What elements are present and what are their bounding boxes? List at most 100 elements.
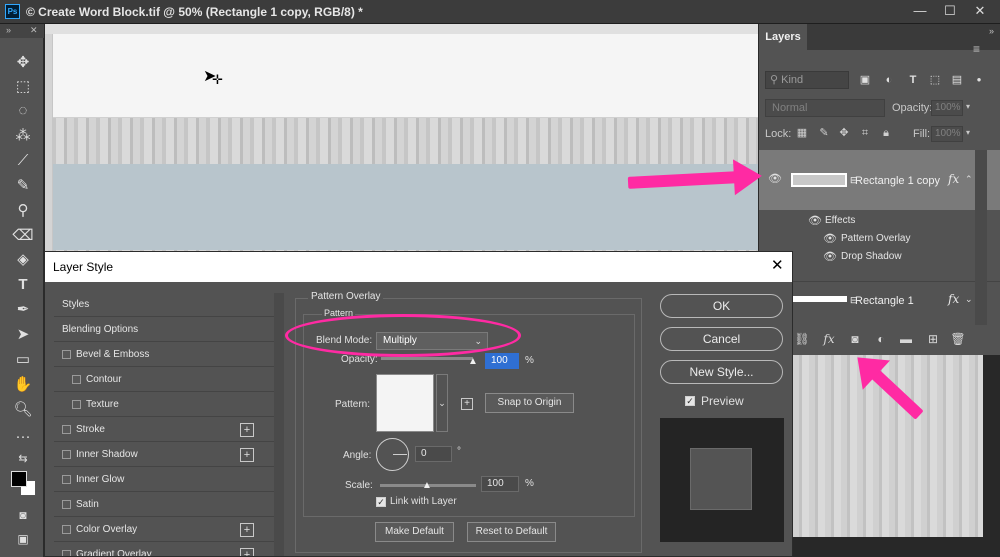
filter-toggle-icon[interactable]: ●	[971, 72, 987, 88]
tab-layers[interactable]: Layers	[759, 24, 807, 50]
layer-opacity-field[interactable]: 100%	[931, 100, 963, 116]
close-dialog-icon[interactable]: ✕	[771, 258, 784, 274]
snap-to-origin-button[interactable]: Snap to Origin	[485, 393, 574, 413]
style-item-inner-shadow[interactable]: Inner Shadow +	[54, 443, 274, 467]
panel-menu-icon[interactable]: ≡	[973, 42, 980, 56]
hand-tool-icon[interactable]: ✋	[8, 374, 38, 396]
style-checkbox[interactable]	[62, 425, 71, 434]
style-item-stroke[interactable]: Stroke +	[54, 418, 274, 442]
style-checkbox[interactable]	[62, 475, 71, 484]
close-window-button[interactable]: ✕	[965, 1, 995, 21]
style-checkbox[interactable]	[72, 400, 81, 409]
opacity-field[interactable]: 100	[485, 353, 519, 369]
style-item-color-overlay[interactable]: Color Overlay +	[54, 518, 274, 542]
make-default-button[interactable]: Make Default	[375, 522, 454, 542]
eraser-tool-icon[interactable]: ⌫	[8, 225, 38, 247]
style-checkbox[interactable]	[62, 500, 71, 509]
style-item-contour[interactable]: Contour	[54, 368, 274, 392]
close-tools-icon[interactable]: ✕	[30, 24, 38, 37]
style-item-bevel-emboss[interactable]: Bevel & Emboss	[54, 343, 274, 367]
foreground-color-swatch[interactable]	[11, 471, 27, 487]
magic-wand-tool-icon[interactable]: ⁂	[8, 125, 38, 147]
opacity-slider-thumb[interactable]: ▲	[468, 356, 478, 367]
style-checkbox[interactable]	[62, 450, 71, 459]
visibility-eye-icon[interactable]: 👁︎	[768, 172, 782, 185]
filter-type-icon[interactable]: T	[905, 72, 921, 88]
pattern-dropdown-icon[interactable]: ⌄	[436, 374, 448, 432]
expand-effects-icon[interactable]: ⌃	[965, 174, 973, 185]
effect-eye-icon[interactable]: 👁︎	[823, 232, 837, 245]
style-item-texture[interactable]: Texture	[54, 393, 274, 417]
expand-effects-icon[interactable]: ⌄	[965, 294, 973, 305]
style-item-blending-options[interactable]: Blending Options	[54, 318, 274, 342]
add-layer-style-icon[interactable]: fx	[820, 330, 838, 348]
opacity-dropdown-icon[interactable]: ▾	[966, 102, 970, 111]
fill-dropdown-icon[interactable]: ▾	[966, 128, 970, 137]
add-mask-icon[interactable]: ◙	[846, 330, 864, 348]
marquee-tool-icon[interactable]: ⬚	[8, 76, 38, 98]
collapse-panel-icon[interactable]: »	[989, 26, 994, 36]
effect-eye-icon[interactable]: 👁︎	[823, 250, 837, 263]
style-checkbox[interactable]	[62, 350, 71, 359]
brush-tool-icon[interactable]: ✎	[8, 175, 38, 197]
preview-checkbox[interactable]: ✓	[685, 396, 695, 406]
scale-slider-thumb[interactable]: ▲	[422, 480, 432, 491]
style-checkbox[interactable]	[62, 550, 71, 556]
angle-dial[interactable]	[376, 438, 409, 471]
maximize-button[interactable]: ☐	[935, 1, 965, 21]
link-with-layer-checkbox[interactable]: ✓	[376, 497, 386, 507]
pen-tool-icon[interactable]: ✒	[8, 299, 38, 321]
lock-image-icon[interactable]: ✎	[817, 126, 831, 140]
more-tools-icon[interactable]: ···	[8, 426, 38, 448]
quick-mask-icon[interactable]: ◙	[8, 504, 38, 526]
style-item-gradient-overlay[interactable]: Gradient Overlay +	[54, 543, 274, 556]
opacity-slider[interactable]	[381, 357, 473, 360]
cancel-button[interactable]: Cancel	[660, 327, 783, 351]
styles-list-scrollbar[interactable]	[274, 293, 284, 556]
move-tool-icon[interactable]: ✥	[8, 52, 38, 74]
new-style-button[interactable]: New Style...	[660, 360, 783, 384]
lock-all-icon[interactable]: 🔒︎	[879, 126, 893, 140]
lock-transparent-icon[interactable]: ▦	[795, 126, 809, 140]
layer-blend-mode-select[interactable]: Normal	[765, 99, 885, 117]
path-selection-tool-icon[interactable]: ➤	[8, 324, 38, 346]
reset-to-default-button[interactable]: Reset to Default	[467, 522, 556, 542]
delete-layer-icon[interactable]: 🗑︎	[949, 330, 967, 348]
new-layer-icon[interactable]: ⊞	[924, 330, 942, 348]
minimize-button[interactable]: —	[905, 1, 935, 21]
lock-position-icon[interactable]: ✥	[837, 126, 851, 140]
swap-colors-icon[interactable]: ⇆	[8, 448, 38, 470]
layer-fx-icon[interactable]: fx	[948, 292, 959, 306]
kind-filter-select[interactable]: ⚲ Kind	[765, 71, 849, 89]
style-checkbox[interactable]	[72, 375, 81, 384]
style-checkbox[interactable]	[62, 525, 71, 534]
link-layers-icon[interactable]: ⛓	[793, 330, 811, 348]
layer-fx-icon[interactable]: fx	[948, 172, 959, 186]
type-tool-icon[interactable]: T	[8, 274, 38, 296]
add-stroke-plus-icon[interactable]: +	[240, 423, 254, 437]
filter-adjustment-icon[interactable]: ◐	[881, 72, 897, 88]
lock-artboard-icon[interactable]: ⌗	[858, 126, 872, 140]
effect-row-pattern-overlay[interactable]: 👁︎ Pattern Overlay	[759, 229, 977, 247]
add-color-overlay-plus-icon[interactable]: +	[240, 523, 254, 537]
screen-mode-icon[interactable]: ▣	[8, 528, 38, 550]
add-gradient-overlay-plus-icon[interactable]: +	[240, 548, 254, 556]
zoom-tool-icon[interactable]: 🔍︎	[8, 399, 38, 421]
filter-smart-object-icon[interactable]: ▤	[949, 72, 965, 88]
filter-shape-icon[interactable]: ⬚	[927, 72, 943, 88]
lasso-tool-icon[interactable]: ◌	[8, 100, 38, 122]
layer-row-rectangle-1-copy[interactable]: 👁︎ ⊟ Rectangle 1 copy fx ⌃	[759, 150, 1000, 210]
rectangle-tool-icon[interactable]: ▭	[8, 349, 38, 371]
new-group-icon[interactable]: ▬	[897, 330, 915, 348]
style-item-satin[interactable]: Satin	[54, 493, 274, 517]
layer-fill-field[interactable]: 100%	[931, 126, 963, 142]
ok-button[interactable]: OK	[660, 294, 783, 318]
pattern-swatch[interactable]	[376, 374, 434, 432]
paint-bucket-tool-icon[interactable]: ◈	[8, 249, 38, 271]
new-preset-plus-icon[interactable]: +	[461, 398, 473, 410]
add-inner-shadow-plus-icon[interactable]: +	[240, 448, 254, 462]
expand-tools-icon[interactable]: »	[6, 24, 11, 37]
style-item-inner-glow[interactable]: Inner Glow	[54, 468, 274, 492]
effects-eye-icon[interactable]: 👁︎	[808, 214, 822, 227]
style-item-styles[interactable]: Styles	[54, 293, 274, 317]
